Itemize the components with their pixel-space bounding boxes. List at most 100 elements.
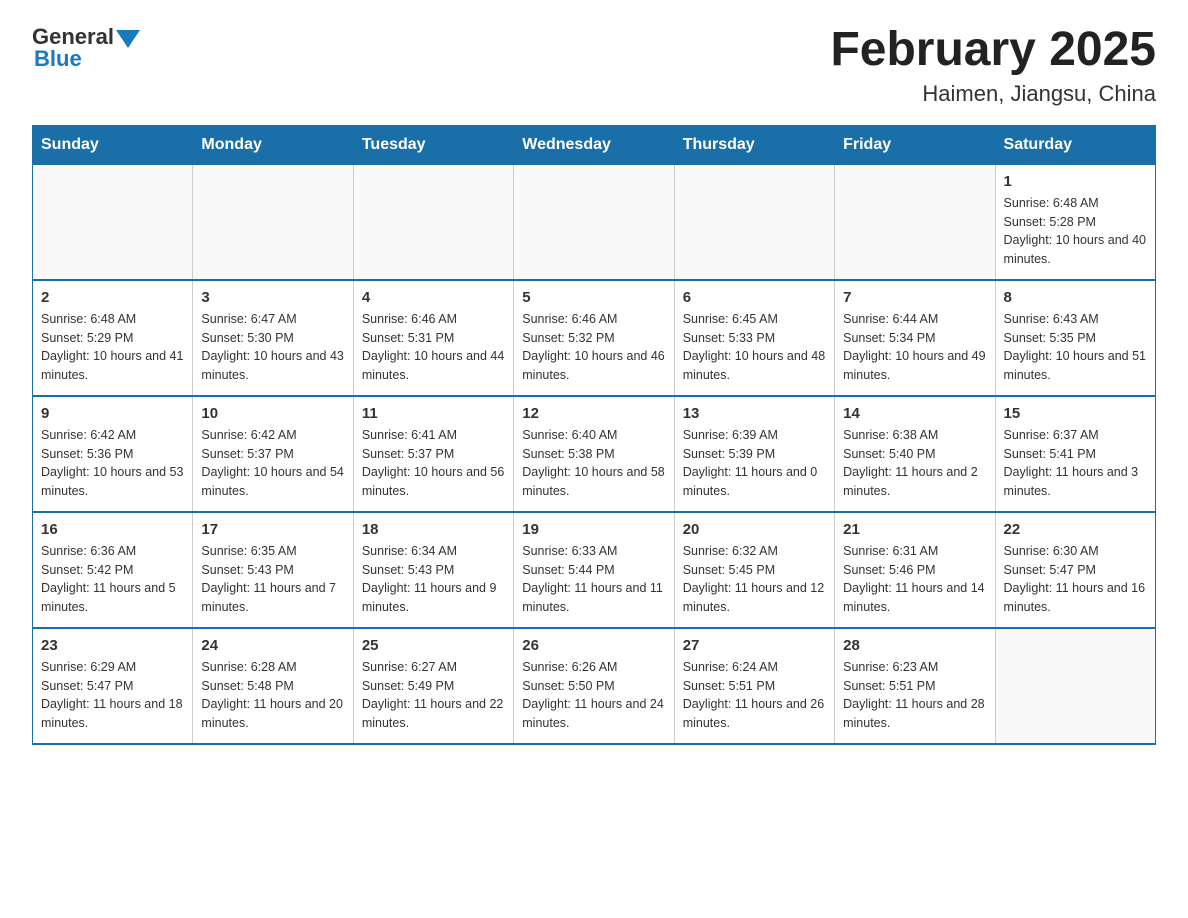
day-number: 2 [41, 289, 184, 306]
day-number: 13 [683, 405, 826, 422]
calendar-cell [995, 628, 1155, 744]
calendar-cell: 5 Sunrise: 6:46 AM Sunset: 5:32 PM Daylig… [514, 280, 674, 396]
day-info: Sunrise: 6:43 AM Sunset: 5:35 PM Dayligh… [1004, 310, 1147, 385]
day-number: 18 [362, 521, 505, 538]
day-info: Sunrise: 6:41 AM Sunset: 5:37 PM Dayligh… [362, 426, 505, 501]
calendar-cell: 2 Sunrise: 6:48 AM Sunset: 5:29 PM Daylig… [33, 280, 193, 396]
day-info: Sunrise: 6:46 AM Sunset: 5:32 PM Dayligh… [522, 310, 665, 385]
day-info: Sunrise: 6:23 AM Sunset: 5:51 PM Dayligh… [843, 658, 986, 733]
calendar-cell: 21 Sunrise: 6:31 AM Sunset: 5:46 PM Dayli… [835, 512, 995, 628]
day-number: 20 [683, 521, 826, 538]
day-info: Sunrise: 6:42 AM Sunset: 5:37 PM Dayligh… [201, 426, 344, 501]
day-number: 27 [683, 637, 826, 654]
day-number: 4 [362, 289, 505, 306]
page-header: General Blue February 2025 Haimen, Jiang… [32, 24, 1156, 107]
day-info: Sunrise: 6:31 AM Sunset: 5:46 PM Dayligh… [843, 542, 986, 617]
calendar-cell: 15Sunrise: 6:37 AM Sunset: 5:41 PM Dayli… [995, 396, 1155, 512]
day-info: Sunrise: 6:38 AM Sunset: 5:40 PM Dayligh… [843, 426, 986, 501]
day-info: Sunrise: 6:27 AM Sunset: 5:49 PM Dayligh… [362, 658, 505, 733]
calendar-cell: 13Sunrise: 6:39 AM Sunset: 5:39 PM Dayli… [674, 396, 834, 512]
day-number: 15 [1004, 405, 1147, 422]
calendar-cell: 11 Sunrise: 6:41 AM Sunset: 5:37 PM Dayli… [353, 396, 513, 512]
day-of-week-header: Tuesday [353, 125, 513, 164]
logo-triangle-icon [116, 30, 140, 48]
day-info: Sunrise: 6:48 AM Sunset: 5:29 PM Dayligh… [41, 310, 184, 385]
calendar-cell: 3 Sunrise: 6:47 AM Sunset: 5:30 PM Daylig… [193, 280, 353, 396]
day-info: Sunrise: 6:47 AM Sunset: 5:30 PM Dayligh… [201, 310, 344, 385]
calendar-cell: 16 Sunrise: 6:36 AM Sunset: 5:42 PM Dayli… [33, 512, 193, 628]
day-info: Sunrise: 6:32 AM Sunset: 5:45 PM Dayligh… [683, 542, 826, 617]
calendar-cell: 6Sunrise: 6:45 AM Sunset: 5:33 PM Daylig… [674, 280, 834, 396]
calendar-cell: 25 Sunrise: 6:27 AM Sunset: 5:49 PM Dayli… [353, 628, 513, 744]
day-number: 3 [201, 289, 344, 306]
day-info: Sunrise: 6:40 AM Sunset: 5:38 PM Dayligh… [522, 426, 665, 501]
calendar-cell [33, 164, 193, 280]
calendar-week-row: 16 Sunrise: 6:36 AM Sunset: 5:42 PM Dayli… [33, 512, 1156, 628]
day-number: 8 [1004, 289, 1147, 306]
day-number: 28 [843, 637, 986, 654]
calendar-cell [193, 164, 353, 280]
calendar-cell: 18 Sunrise: 6:34 AM Sunset: 5:43 PM Dayli… [353, 512, 513, 628]
day-of-week-header: Saturday [995, 125, 1155, 164]
day-number: 14 [843, 405, 986, 422]
day-info: Sunrise: 6:30 AM Sunset: 5:47 PM Dayligh… [1004, 542, 1147, 617]
day-info: Sunrise: 6:33 AM Sunset: 5:44 PM Dayligh… [522, 542, 665, 617]
day-number: 1 [1004, 173, 1147, 190]
day-info: Sunrise: 6:26 AM Sunset: 5:50 PM Dayligh… [522, 658, 665, 733]
calendar-cell: 20 Sunrise: 6:32 AM Sunset: 5:45 PM Dayli… [674, 512, 834, 628]
day-info: Sunrise: 6:45 AM Sunset: 5:33 PM Dayligh… [683, 310, 826, 385]
calendar-cell: 8 Sunrise: 6:43 AM Sunset: 5:35 PM Daylig… [995, 280, 1155, 396]
day-info: Sunrise: 6:44 AM Sunset: 5:34 PM Dayligh… [843, 310, 986, 385]
calendar-cell: 23 Sunrise: 6:29 AM Sunset: 5:47 PM Dayli… [33, 628, 193, 744]
day-number: 12 [522, 405, 665, 422]
day-number: 23 [41, 637, 184, 654]
calendar-cell: 22 Sunrise: 6:30 AM Sunset: 5:47 PM Dayli… [995, 512, 1155, 628]
calendar-week-row: 2 Sunrise: 6:48 AM Sunset: 5:29 PM Daylig… [33, 280, 1156, 396]
calendar-subtitle: Haimen, Jiangsu, China [830, 81, 1156, 107]
calendar-title: February 2025 [830, 24, 1156, 77]
day-number: 19 [522, 521, 665, 538]
day-info: Sunrise: 6:36 AM Sunset: 5:42 PM Dayligh… [41, 542, 184, 617]
day-of-week-header: Sunday [33, 125, 193, 164]
calendar-cell [514, 164, 674, 280]
day-of-week-header: Wednesday [514, 125, 674, 164]
calendar-cell [835, 164, 995, 280]
day-number: 22 [1004, 521, 1147, 538]
day-number: 7 [843, 289, 986, 306]
calendar-cell: 10Sunrise: 6:42 AM Sunset: 5:37 PM Dayli… [193, 396, 353, 512]
calendar-cell: 12 Sunrise: 6:40 AM Sunset: 5:38 PM Dayli… [514, 396, 674, 512]
day-of-week-header: Thursday [674, 125, 834, 164]
day-number: 9 [41, 405, 184, 422]
day-number: 16 [41, 521, 184, 538]
day-info: Sunrise: 6:46 AM Sunset: 5:31 PM Dayligh… [362, 310, 505, 385]
day-of-week-header: Friday [835, 125, 995, 164]
calendar-cell: 17Sunrise: 6:35 AM Sunset: 5:43 PM Dayli… [193, 512, 353, 628]
calendar-cell: 27 Sunrise: 6:24 AM Sunset: 5:51 PM Dayli… [674, 628, 834, 744]
day-info: Sunrise: 6:34 AM Sunset: 5:43 PM Dayligh… [362, 542, 505, 617]
calendar-cell: 26Sunrise: 6:26 AM Sunset: 5:50 PM Dayli… [514, 628, 674, 744]
calendar-cell [353, 164, 513, 280]
day-info: Sunrise: 6:24 AM Sunset: 5:51 PM Dayligh… [683, 658, 826, 733]
title-block: February 2025 Haimen, Jiangsu, China [830, 24, 1156, 107]
day-number: 11 [362, 405, 505, 422]
calendar-cell: 1 Sunrise: 6:48 AM Sunset: 5:28 PM Daylig… [995, 164, 1155, 280]
day-number: 25 [362, 637, 505, 654]
day-info: Sunrise: 6:35 AM Sunset: 5:43 PM Dayligh… [201, 542, 344, 617]
day-number: 5 [522, 289, 665, 306]
calendar-cell: 14 Sunrise: 6:38 AM Sunset: 5:40 PM Dayli… [835, 396, 995, 512]
day-info: Sunrise: 6:29 AM Sunset: 5:47 PM Dayligh… [41, 658, 184, 733]
calendar-week-row: 1 Sunrise: 6:48 AM Sunset: 5:28 PM Daylig… [33, 164, 1156, 280]
day-info: Sunrise: 6:42 AM Sunset: 5:36 PM Dayligh… [41, 426, 184, 501]
calendar-cell: 9 Sunrise: 6:42 AM Sunset: 5:36 PM Daylig… [33, 396, 193, 512]
day-info: Sunrise: 6:28 AM Sunset: 5:48 PM Dayligh… [201, 658, 344, 733]
logo: General Blue [32, 24, 140, 72]
calendar-table: SundayMondayTuesdayWednesdayThursdayFrid… [32, 125, 1156, 745]
day-info: Sunrise: 6:48 AM Sunset: 5:28 PM Dayligh… [1004, 194, 1147, 269]
calendar-header-row: SundayMondayTuesdayWednesdayThursdayFrid… [33, 125, 1156, 164]
calendar-cell: 19 Sunrise: 6:33 AM Sunset: 5:44 PM Dayli… [514, 512, 674, 628]
calendar-cell: 24 Sunrise: 6:28 AM Sunset: 5:48 PM Dayli… [193, 628, 353, 744]
day-number: 21 [843, 521, 986, 538]
calendar-cell [674, 164, 834, 280]
day-number: 24 [201, 637, 344, 654]
calendar-cell: 7 Sunrise: 6:44 AM Sunset: 5:34 PM Daylig… [835, 280, 995, 396]
